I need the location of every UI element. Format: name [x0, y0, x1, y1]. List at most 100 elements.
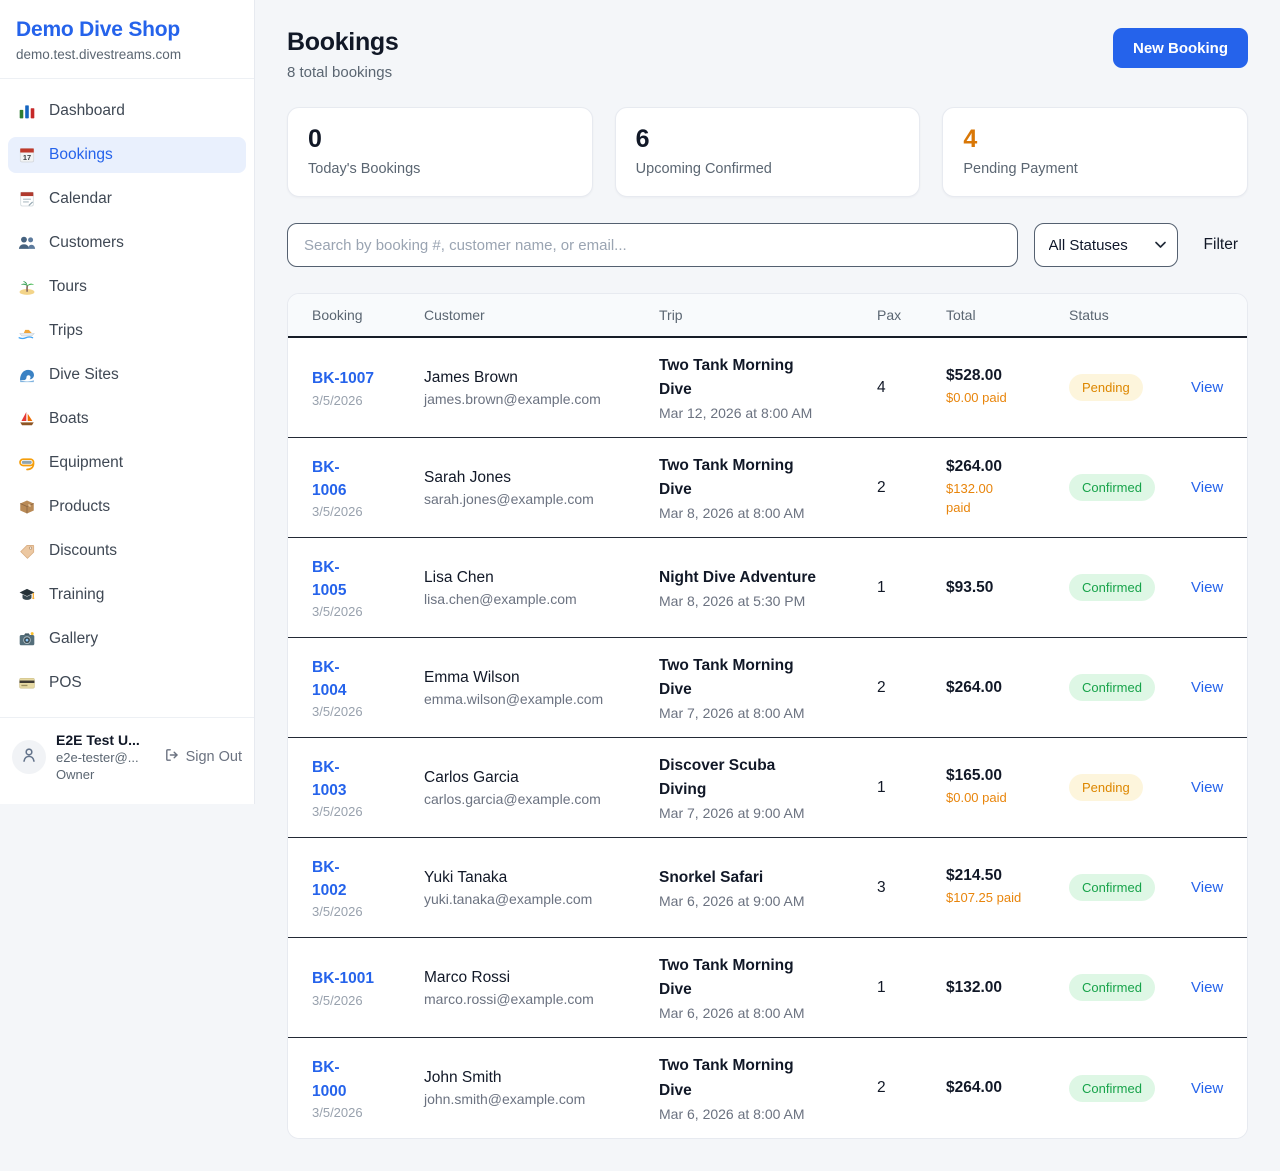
pax-count: 2	[877, 679, 946, 697]
sidebar-item-label: Products	[49, 498, 110, 516]
svg-text:17: 17	[23, 153, 31, 162]
col-header-trip: Trip	[659, 307, 877, 323]
col-header-status: Status	[1069, 307, 1191, 323]
status-badge: Pending	[1069, 774, 1143, 801]
table-row: BK-1000 3/5/2026 John Smith john.smith@e…	[288, 1038, 1247, 1138]
bookings-table: Booking Customer Trip Pax Total Status B…	[287, 293, 1248, 1139]
booking-date: 3/5/2026	[312, 993, 424, 1008]
table-row: BK-1004 3/5/2026 Emma Wilson emma.wilson…	[288, 638, 1247, 738]
new-booking-button[interactable]: New Booking	[1113, 28, 1248, 68]
filter-button[interactable]: Filter	[1194, 228, 1248, 262]
pax-count: 1	[877, 979, 946, 997]
sidebar-item-training[interactable]: Training	[8, 577, 246, 613]
customer-name: John Smith	[424, 1069, 659, 1087]
status-badge: Confirmed	[1069, 974, 1155, 1001]
sidebar-item-tours[interactable]: Tours	[8, 269, 246, 305]
sidebar-item-label: Tours	[49, 278, 87, 296]
search-input[interactable]	[287, 223, 1018, 267]
sidebar-item-products[interactable]: Products	[8, 489, 246, 525]
table-row: BK-1006 3/5/2026 Sarah Jones sarah.jones…	[288, 438, 1247, 538]
pax-count: 1	[877, 779, 946, 797]
customer-email: emma.wilson@example.com	[424, 691, 659, 707]
booking-date: 3/5/2026	[312, 504, 424, 519]
booking-link[interactable]: BK-1007	[312, 367, 374, 390]
booking-link[interactable]: BK-1006	[312, 456, 346, 503]
sign-out-button[interactable]: Sign Out	[164, 747, 242, 767]
people-icon	[18, 234, 36, 252]
trip-name: Two Tank MorningDive	[659, 354, 877, 402]
trip-datetime: Mar 8, 2026 at 8:00 AM	[659, 505, 877, 521]
sidebar-item-discounts[interactable]: Discounts	[8, 533, 246, 569]
tag-icon	[18, 542, 36, 560]
wave-icon	[18, 366, 36, 384]
total-amount: $264.00	[946, 458, 1069, 476]
booking-link[interactable]: BK-1001	[312, 967, 374, 990]
status-badge: Confirmed	[1069, 574, 1155, 601]
booking-date: 3/5/2026	[312, 604, 424, 619]
customer-name: Marco Rossi	[424, 969, 659, 987]
customer-email: john.smith@example.com	[424, 1091, 659, 1107]
sidebar-item-label: Dashboard	[49, 102, 125, 120]
stat-value: 4	[963, 125, 1227, 154]
booking-link[interactable]: BK-1003	[312, 756, 346, 803]
sidebar: Demo Dive Shop demo.test.divestreams.com…	[0, 0, 255, 804]
user-email: e2e-tester@...	[56, 750, 154, 765]
status-filter-select[interactable]: All Statuses	[1034, 223, 1178, 267]
total-amount: $214.50	[946, 867, 1069, 885]
paid-amount: $0.00 paid	[946, 389, 1069, 407]
customer-name: Emma Wilson	[424, 669, 659, 687]
sidebar-item-gallery[interactable]: Gallery	[8, 621, 246, 657]
sidebar-item-label: Discounts	[49, 542, 117, 560]
package-icon	[18, 498, 36, 516]
booking-date: 3/5/2026	[312, 704, 424, 719]
sidebar-item-label: Dive Sites	[49, 366, 119, 384]
pax-count: 3	[877, 879, 946, 897]
status-badge: Confirmed	[1069, 474, 1155, 501]
sidebar-item-dive-sites[interactable]: Dive Sites	[8, 357, 246, 393]
booking-link[interactable]: BK-1002	[312, 856, 346, 903]
customer-email: james.brown@example.com	[424, 391, 659, 407]
stat-label: Upcoming Confirmed	[636, 161, 900, 177]
booking-link[interactable]: BK-1000	[312, 1056, 346, 1103]
sidebar-item-label: Equipment	[49, 454, 123, 472]
booking-date: 3/5/2026	[312, 804, 424, 819]
booking-link[interactable]: BK-1005	[312, 556, 346, 603]
status-badge: Pending	[1069, 374, 1143, 401]
paid-amount: $0.00 paid	[946, 789, 1069, 807]
sidebar-item-boats[interactable]: Boats	[8, 401, 246, 437]
status-badge: Confirmed	[1069, 874, 1155, 901]
trip-name: Two Tank MorningDive	[659, 1054, 877, 1102]
trip-datetime: Mar 6, 2026 at 8:00 AM	[659, 1005, 877, 1021]
trip-name: Snorkel Safari	[659, 866, 877, 890]
page-subtitle: 8 total bookings	[287, 64, 399, 81]
sidebar-item-customers[interactable]: Customers	[8, 225, 246, 261]
sidebar-item-bookings[interactable]: 17 Bookings	[8, 137, 246, 173]
col-header-customer: Customer	[424, 307, 659, 323]
shop-name[interactable]: Demo Dive Shop	[16, 18, 238, 42]
trip-datetime: Mar 12, 2026 at 8:00 AM	[659, 405, 877, 421]
customer-email: sarah.jones@example.com	[424, 491, 659, 507]
col-header-pax: Pax	[877, 307, 946, 323]
sidebar-item-calendar[interactable]: Calendar	[8, 181, 246, 217]
status-badge: Confirmed	[1069, 674, 1155, 701]
pax-count: 2	[877, 1079, 946, 1097]
customer-name: Carlos Garcia	[424, 769, 659, 787]
customer-name: Sarah Jones	[424, 469, 659, 487]
sidebar-item-equipment[interactable]: Equipment	[8, 445, 246, 481]
booking-link[interactable]: BK-1004	[312, 656, 346, 703]
pax-count: 2	[877, 479, 946, 497]
customer-email: yuki.tanaka@example.com	[424, 891, 659, 907]
shop-domain: demo.test.divestreams.com	[16, 47, 238, 62]
customer-name: Lisa Chen	[424, 569, 659, 587]
sidebar-item-trips[interactable]: Trips	[8, 313, 246, 349]
table-row: BK-1001 3/5/2026 Marco Rossi marco.rossi…	[288, 938, 1247, 1038]
user-role: Owner	[56, 767, 154, 782]
calendar-date-icon: 17	[18, 146, 36, 164]
sidebar-item-dashboard[interactable]: Dashboard	[8, 93, 246, 129]
stat-value: 6	[636, 125, 900, 154]
page-title-block: Bookings 8 total bookings	[287, 28, 399, 81]
stat-label: Today's Bookings	[308, 161, 572, 177]
island-icon	[18, 278, 36, 296]
sidebar-item-pos[interactable]: POS	[8, 665, 246, 701]
stats-row: 0 Today's Bookings 6 Upcoming Confirmed …	[287, 107, 1248, 197]
